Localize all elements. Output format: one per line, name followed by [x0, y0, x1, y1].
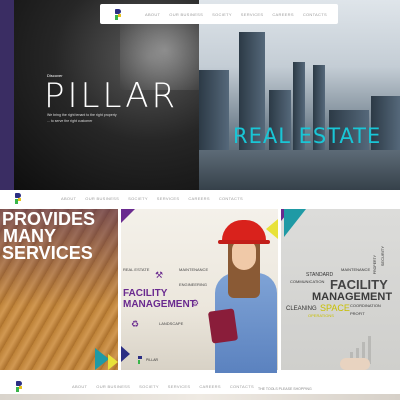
nav-contacts[interactable]: CONTACTS: [230, 384, 254, 389]
hero-tagline-2: ... to serve the right customer: [47, 119, 93, 123]
bottom-nav-bar: ABOUT OUR BUSINESS SOCIETY SERVICES CARE…: [0, 378, 400, 394]
fm-maintenance: MAINTENANCE: [179, 267, 209, 272]
nav-careers[interactable]: CAREERS: [188, 196, 209, 201]
nav-services[interactable]: SERVICES: [157, 196, 180, 201]
nav-menu: ABOUT OUR BUSINESS SOCIETY SERVICES CARE…: [145, 12, 327, 17]
mw-space: SPACE: [320, 303, 350, 313]
mw-security: SECURITY: [380, 246, 385, 267]
pillar-logo-icon[interactable]: [115, 8, 123, 20]
hero-tagline-1: We bring the right tenant to the right p…: [47, 113, 117, 117]
nav-society[interactable]: SOCIETY: [212, 12, 232, 17]
nav-society[interactable]: SOCIETY: [139, 384, 159, 389]
fm-management: MANAGEMENT: [123, 299, 196, 310]
pillar-small-logo-text: PILLAR: [146, 358, 159, 362]
tools-icon: ⚒: [155, 270, 164, 280]
mw-coordination: COORDINATION: [350, 303, 381, 308]
nav-services[interactable]: SERVICES: [241, 12, 264, 17]
nav-about[interactable]: ABOUT: [72, 384, 87, 389]
nav-careers[interactable]: CAREERS: [272, 12, 293, 17]
recycle-icon: ♻: [131, 319, 140, 329]
engineer-woman-image: [207, 218, 280, 373]
nav-our-business[interactable]: OUR BUSINESS: [96, 384, 130, 389]
mw-property: PROPERTY: [373, 255, 377, 275]
services-line-3: SERVICES: [2, 243, 93, 263]
fm-landscape: LANDSCAPE: [159, 321, 184, 326]
nav-about[interactable]: ABOUT: [61, 196, 76, 201]
pillar-small-logo-icon: [138, 356, 144, 364]
nav-contacts[interactable]: CONTACTS: [303, 12, 327, 17]
mw-cleaning: CLEANING: [286, 306, 317, 312]
mw-operations: OPERATIONS: [308, 313, 334, 318]
mw-facility: FACILITY: [330, 277, 388, 292]
fm-engineering: ENGINEERING: [179, 282, 208, 287]
fm-real-estate: REAL ESTATE: [123, 267, 150, 272]
next-section-preview: [0, 394, 400, 400]
gear-icon: ⚙: [191, 298, 200, 308]
middle-nav-bar: ABOUT OUR BUSINESS SOCIETY SERVICES CARE…: [0, 190, 400, 207]
city-low-rise: [199, 150, 400, 190]
purple-corner-icon: [121, 209, 135, 223]
nav-menu: ABOUT OUR BUSINESS SOCIETY SERVICES CARE…: [61, 196, 243, 201]
nav-services[interactable]: SERVICES: [168, 384, 191, 389]
nav-careers[interactable]: CAREERS: [199, 384, 220, 389]
top-nav-bar: ABOUT OUR BUSINESS SOCIETY SERVICES CARE…: [100, 4, 338, 24]
nav-about[interactable]: ABOUT: [145, 12, 160, 17]
nav-our-business[interactable]: OUR BUSINESS: [169, 12, 203, 17]
blue-triangle-icon: [121, 346, 130, 362]
footer-caption: THE TOOLS PLEASE SHOPPING: [258, 387, 312, 391]
purple-side-strip: [0, 0, 14, 190]
mw-maintenance: MAINTENANCE: [341, 267, 371, 272]
mw-communication: COMMUNICATION: [290, 279, 325, 284]
yellow-triangle-icon: [108, 354, 118, 370]
fm-facility: FACILITY: [123, 288, 168, 299]
nav-contacts[interactable]: CONTACTS: [219, 196, 243, 201]
pillar-logo-text: PILLAR: [44, 76, 179, 116]
services-panel: PROVIDES MANY SERVICES: [0, 209, 118, 370]
real-estate-heading: REAL ESTATE: [233, 124, 382, 148]
teal-triangle-icon: [95, 348, 109, 370]
nav-menu: ABOUT OUR BUSINESS SOCIETY SERVICES CARE…: [72, 384, 254, 389]
nav-our-business[interactable]: OUR BUSINESS: [85, 196, 119, 201]
hand-chart-image: [340, 330, 398, 370]
pillar-logo-icon[interactable]: [16, 380, 24, 392]
pillar-logo-icon[interactable]: [15, 193, 23, 204]
mw-management: MANAGEMENT: [312, 291, 393, 303]
nav-society[interactable]: SOCIETY: [128, 196, 148, 201]
mw-profit: PROFIT: [350, 311, 365, 316]
teal-triangle-icon: [284, 209, 306, 237]
hero-city-image: [199, 0, 400, 190]
